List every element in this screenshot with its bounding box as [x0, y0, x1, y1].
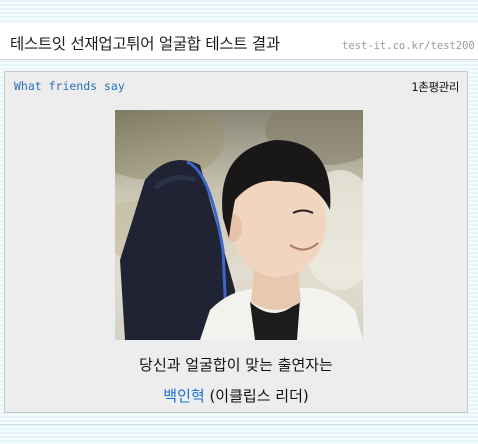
result-name-suffix: (이클립스 리더) — [209, 387, 309, 405]
result-name-line: 백인혁 (이클립스 리더) — [5, 385, 467, 406]
card-header: What friends say 1촌평관리 — [5, 72, 467, 100]
page-title: 테스트잇 선재업고튀어 얼굴합 테스트 결과 — [10, 35, 280, 53]
title-bar: 테스트잇 선재업고튀어 얼굴합 테스트 결과 test-it.co.kr/tes… — [0, 23, 478, 60]
result-text: 당신과 얼굴합이 맞는 출연자는 — [139, 356, 333, 374]
page-url[interactable]: test-it.co.kr/test200 — [342, 40, 476, 52]
person-photo-icon — [115, 110, 363, 340]
rating-management-link[interactable]: 1촌평관리 — [411, 79, 459, 95]
what-friends-say-link[interactable]: What friends say — [14, 79, 125, 93]
result-name[interactable]: 백인혁 — [163, 387, 204, 405]
result-card: What friends say 1촌평관리 당신과 얼굴합이 맞는 출연자는 … — [4, 71, 468, 413]
result-photo — [115, 110, 363, 340]
bottom-divider — [0, 424, 478, 425]
